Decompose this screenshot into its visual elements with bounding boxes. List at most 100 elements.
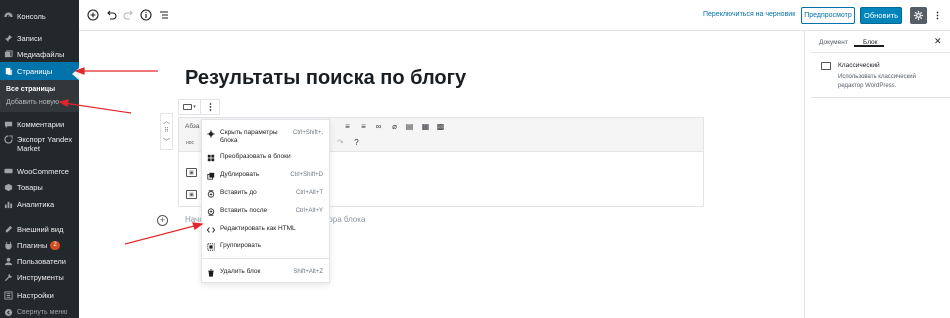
- block-options-menu: Скрыть параметры блока Ctrl+Shift+, Прео…: [201, 119, 330, 283]
- menu-item-duplicate[interactable]: Дублировать Ctrl+Shift+D: [202, 171, 329, 180]
- move-down-icon[interactable]: ﹀: [163, 137, 170, 147]
- trash-icon: [206, 268, 215, 277]
- block-switcher-button[interactable]: ▾: [179, 100, 201, 114]
- menu-item-settings[interactable]: Настройки: [0, 286, 79, 304]
- format-select[interactable]: Абза: [185, 123, 200, 130]
- redo-icon[interactable]: [122, 8, 136, 22]
- menu-item-label: Настройки: [17, 290, 54, 300]
- align-center-icon[interactable]: ≡: [343, 122, 352, 131]
- menu-item-remove-block[interactable]: Удалить блок Shift+Alt+Z: [202, 268, 329, 277]
- menu-item-collapse[interactable]: Свернуть меню: [0, 303, 79, 318]
- tab-document[interactable]: Документ: [819, 39, 848, 46]
- menu-item-pages[interactable]: Страницы: [0, 62, 79, 80]
- pages-submenu: Все страницы Добавить новую: [0, 80, 79, 112]
- menu-item-label: Страницы: [17, 66, 53, 76]
- info-icon[interactable]: [139, 8, 153, 22]
- gear-icon: [913, 10, 924, 21]
- link-icon[interactable]: ∞: [374, 122, 383, 131]
- menu-item-label: Скрыть параметры блока: [220, 129, 278, 144]
- collapse-icon: [4, 308, 13, 317]
- menu-item-label: Товары: [17, 182, 43, 192]
- undo-icon[interactable]: [104, 8, 118, 22]
- grid-icon: [206, 153, 215, 162]
- active-tab-indicator: [854, 45, 884, 47]
- menu-item-label: Группировать: [220, 242, 262, 249]
- close-icon[interactable]: ✕: [934, 36, 942, 47]
- menu-item-edit-as-html[interactable]: Редактировать как HTML: [202, 225, 329, 234]
- block-card-title: Классический: [838, 62, 880, 69]
- group-icon: [206, 242, 215, 251]
- duplicate-icon: [206, 171, 215, 180]
- menu-item-label: Вставить до: [220, 189, 257, 196]
- menu-item-hide-block-settings[interactable]: Скрыть параметры блока Ctrl+Shift+,: [202, 129, 329, 145]
- settings-toggle-button[interactable]: [910, 7, 927, 24]
- vertical-ellipsis-icon: [936, 11, 938, 20]
- drag-handle-icon[interactable]: ⠿: [164, 128, 168, 134]
- redo-icon[interactable]: ↷: [336, 138, 345, 147]
- submenu-add-new[interactable]: Добавить новую: [0, 96, 79, 109]
- menu-item-insert-after[interactable]: Вставить после Ctrl+Alt+Y: [202, 207, 329, 216]
- menu-item-label: Удалить блок: [220, 268, 261, 275]
- media-icon: [4, 49, 13, 59]
- insert-after-icon: [206, 207, 215, 216]
- woocommerce-icon: [4, 167, 13, 176]
- menu-item-shortcut: Ctrl+Alt+Y: [295, 208, 323, 214]
- menu-separator: [202, 258, 329, 259]
- menu-item-label: Аналитика: [17, 199, 55, 209]
- menu-item-yandex-export[interactable]: Экспорт Yandex Market: [0, 133, 79, 155]
- plugins-icon: [4, 241, 13, 250]
- plugins-update-badge: 2: [50, 240, 60, 250]
- post-title[interactable]: Результаты поиска по блогу: [185, 67, 466, 90]
- menu-item-label: Консоль: [17, 11, 46, 21]
- menu-item-label: Медиафайлы: [17, 49, 65, 59]
- menu-item-label: Свернуть меню: [17, 308, 68, 316]
- help-icon[interactable]: ?: [352, 138, 361, 147]
- block-mover: ︿ ⠿ ﹀: [160, 113, 173, 150]
- add-block-icon[interactable]: +: [157, 215, 168, 226]
- menu-item-analytics[interactable]: Аналитика: [0, 195, 79, 213]
- settings-icon: [4, 290, 13, 300]
- toolbar-toggle-icon[interactable]: ▩: [436, 122, 445, 131]
- editor-screen: Консоль Записи Медиафайлы Страницы Все с…: [0, 0, 950, 318]
- tools-icon: [4, 273, 13, 282]
- menu-item-label: Внешний вид: [17, 224, 64, 234]
- preview-button[interactable]: Предпросмотр: [801, 7, 855, 24]
- settings-header-divider: [811, 52, 950, 53]
- submenu-all-pages[interactable]: Все страницы: [0, 83, 79, 96]
- block-navigation-icon[interactable]: [157, 8, 171, 22]
- menu-item-label: Экспорт Yandex Market: [17, 135, 73, 153]
- update-button[interactable]: Обновить: [860, 7, 902, 24]
- fullscreen-icon[interactable]: ▦: [421, 122, 430, 131]
- block-toolbar: ▾: [178, 99, 220, 115]
- menu-item-label: WooCommerce: [17, 166, 69, 176]
- dashboard-icon: [4, 11, 13, 21]
- menu-item-media[interactable]: Медиафайлы: [0, 45, 79, 63]
- more-options-button[interactable]: [931, 8, 943, 23]
- menu-item-label: Комментарии: [17, 119, 65, 129]
- comment-icon: [4, 120, 13, 129]
- move-up-icon[interactable]: ︿: [163, 116, 170, 126]
- read-more-icon[interactable]: ▤: [405, 122, 414, 131]
- align-right-icon[interactable]: ≡: [359, 122, 368, 131]
- menu-item-shortcut: Ctrl+Alt+T: [295, 190, 323, 196]
- menu-item-convert-to-blocks[interactable]: Преобразовать в блоки: [202, 153, 329, 162]
- menu-item-group[interactable]: Группировать: [202, 242, 329, 251]
- unlink-icon[interactable]: ⌀: [390, 122, 399, 131]
- menu-item-comments[interactable]: Комментарии: [0, 115, 79, 133]
- menu-item-products[interactable]: Товары: [0, 178, 79, 196]
- menu-item-tools[interactable]: Инструменты: [0, 268, 79, 286]
- annotation-arrow-edit-html: [124, 224, 199, 245]
- insert-before-icon: [206, 189, 215, 198]
- menu-item-insert-before[interactable]: Вставить до Ctrl+Alt+T: [202, 189, 329, 198]
- block-more-options-button[interactable]: [201, 100, 219, 114]
- switch-to-draft-link[interactable]: Переключиться на черновик: [703, 11, 795, 18]
- menu-item-dashboard[interactable]: Консоль: [0, 7, 79, 25]
- classic-block-icon: [821, 62, 831, 70]
- add-block-icon[interactable]: [86, 8, 100, 22]
- menu-item-shortcut: Shift+Alt+Z: [293, 269, 323, 275]
- appearance-icon: [4, 225, 13, 234]
- menu-item-shortcut: Ctrl+Shift+,: [292, 130, 323, 136]
- menu-item-label: Вставить после: [220, 207, 268, 214]
- editor-top-toolbar: Переключиться на черновик Предпросмотр О…: [79, 0, 950, 31]
- analytics-icon: [4, 200, 13, 209]
